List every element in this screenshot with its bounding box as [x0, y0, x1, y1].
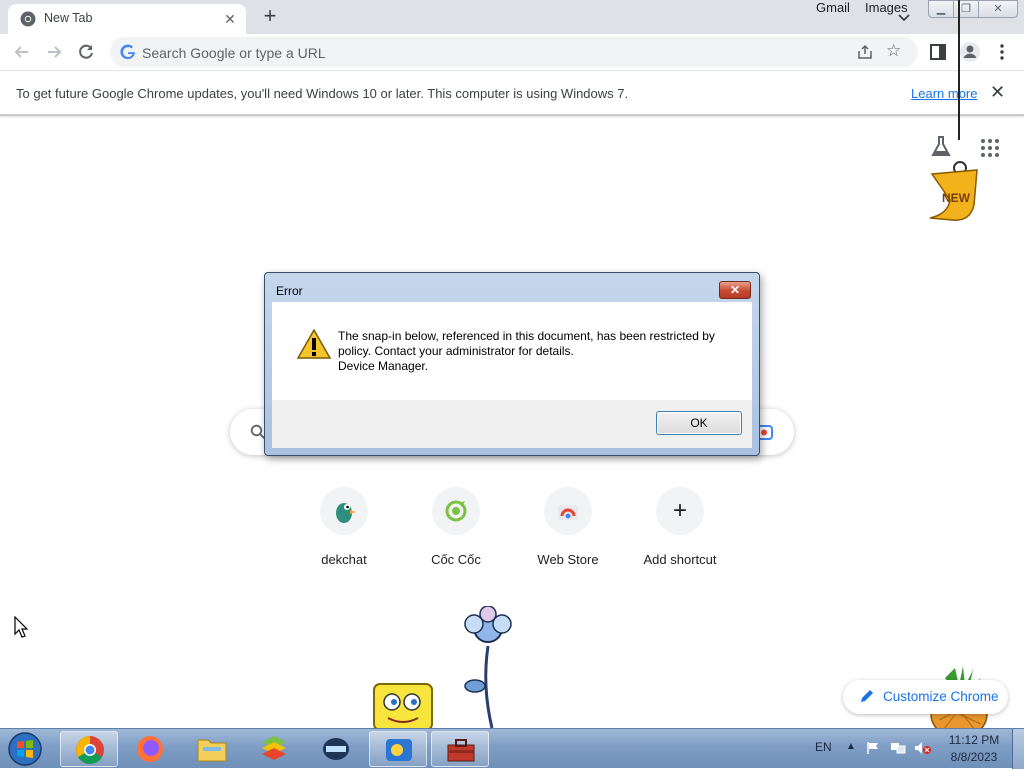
- customize-chrome-button[interactable]: Customize Chrome: [843, 680, 1008, 714]
- google-g-icon: [120, 44, 135, 60]
- dialog-title: Error: [276, 284, 303, 298]
- new-tab-button[interactable]: +: [258, 5, 282, 29]
- taskbar-app-game[interactable]: [369, 731, 427, 767]
- infobar-message: To get future Google Chrome updates, you…: [16, 86, 629, 101]
- taskbar-app-helmet[interactable]: [307, 731, 365, 767]
- add-icon: +: [672, 497, 687, 524]
- language-indicator[interactable]: EN: [815, 740, 832, 754]
- chrome-icon: [76, 736, 104, 764]
- shortcut-web-store[interactable]: Web Store: [512, 487, 624, 577]
- shortcut-label: Cốc Cốc: [431, 552, 481, 567]
- tab-close-icon[interactable]: ✕: [220, 9, 240, 29]
- learn-more-link[interactable]: Learn more: [911, 86, 977, 101]
- reload-icon[interactable]: [72, 38, 100, 66]
- dialog-message: The snap-in below, referenced in this do…: [338, 329, 738, 374]
- shortcut-tile: [432, 487, 480, 535]
- taskbar-bluestacks[interactable]: [245, 731, 303, 767]
- back-icon[interactable]: [8, 38, 36, 66]
- google-apps-grid-icon[interactable]: [980, 138, 1000, 158]
- forward-icon[interactable]: [40, 38, 68, 66]
- start-button-windows-icon[interactable]: [5, 731, 45, 767]
- side-panel-icon[interactable]: [924, 38, 952, 66]
- browser-toolbar: Search Google or type a URL ☆: [0, 34, 1024, 71]
- labs-flask-icon[interactable]: [930, 135, 952, 159]
- shortcut-coc-coc[interactable]: Cốc Cốc: [400, 487, 512, 577]
- firefox-icon: [137, 736, 163, 762]
- bookmark-star-icon[interactable]: ☆: [886, 41, 901, 61]
- new-badge-decoration: NEW: [922, 160, 982, 226]
- error-dialog: Error ✕ The snap-in below, referenced in…: [264, 272, 760, 456]
- add-shortcut-button[interactable]: + Add shortcut: [624, 487, 736, 577]
- warning-icon: [297, 329, 331, 359]
- dekchat-icon: [336, 503, 356, 523]
- coc-coc-icon: [445, 500, 467, 522]
- toolbox-icon: [447, 739, 475, 762]
- helmet-icon: [323, 738, 349, 760]
- windows-taskbar: EN ▲ 11:12 PM 8/8/2023: [0, 728, 1024, 769]
- window-close-button[interactable]: ✕: [978, 0, 1018, 18]
- show-hidden-icons-button[interactable]: ▲: [846, 741, 856, 752]
- dialog-close-button[interactable]: ✕: [719, 281, 751, 299]
- dialog-body: The snap-in below, referenced in this do…: [272, 302, 752, 400]
- mouse-pointer-icon: [14, 616, 28, 638]
- tab-title: New Tab: [44, 11, 93, 25]
- update-infobar: To get future Google Chrome updates, you…: [0, 72, 1024, 116]
- clock-date[interactable]: 8/8/2023: [946, 750, 1002, 764]
- taskbar-chrome[interactable]: [60, 731, 118, 767]
- dialog-close-icon: ✕: [729, 283, 741, 297]
- dialog-footer: OK: [272, 400, 752, 448]
- bluestacks-icon: [262, 736, 286, 760]
- shortcut-label: Web Store: [537, 552, 599, 567]
- window-minimize-button[interactable]: ▁: [928, 0, 954, 18]
- ok-button[interactable]: OK: [656, 411, 742, 435]
- address-bar[interactable]: Search Google or type a URL ☆: [110, 37, 918, 67]
- shortcut-tile: [544, 487, 592, 535]
- chrome-icon: [20, 11, 36, 27]
- shortcut-tile: [320, 487, 368, 535]
- web-store-icon: [558, 505, 578, 520]
- network-icon[interactable]: [890, 741, 906, 755]
- gmail-link[interactable]: Gmail: [816, 0, 850, 15]
- volume-muted-icon[interactable]: [914, 741, 932, 755]
- menu-kebab-icon[interactable]: [988, 38, 1016, 66]
- pencil-icon: [861, 690, 873, 702]
- folder-icon: [197, 739, 227, 762]
- infobar-close-icon[interactable]: ✕: [990, 82, 1005, 103]
- tab-new-tab[interactable]: New Tab ✕: [8, 4, 246, 34]
- decorative-hanging-string: [958, 0, 960, 140]
- dialog-message-line2: Device Manager.: [338, 359, 429, 373]
- new-badge-text: NEW: [942, 191, 971, 205]
- share-icon[interactable]: [856, 43, 874, 61]
- dialog-message-line1: The snap-in below, referenced in this do…: [338, 329, 715, 358]
- shortcut-label: Add shortcut: [643, 552, 717, 567]
- taskbar-firefox[interactable]: [121, 731, 179, 767]
- window-restore-button[interactable]: ❐: [953, 0, 979, 18]
- customize-chrome-label: Customize Chrome: [883, 689, 999, 704]
- taskbar-explorer[interactable]: [183, 731, 241, 767]
- game-app-icon: [386, 739, 412, 761]
- spongebob-flower-decoration: [373, 606, 512, 730]
- show-desktop-button[interactable]: [1012, 729, 1024, 769]
- images-link[interactable]: Images: [865, 0, 908, 15]
- taskbar-computer-management[interactable]: [431, 731, 489, 767]
- omnibox-placeholder: Search Google or type a URL: [142, 45, 326, 61]
- shortcut-tile: +: [656, 487, 704, 535]
- shortcut-label: dekchat: [321, 552, 367, 567]
- shortcut-dekchat[interactable]: dekchat: [288, 487, 400, 577]
- action-center-flag-icon[interactable]: [866, 741, 880, 755]
- clock-time[interactable]: 11:12 PM: [946, 733, 1002, 747]
- profile-avatar-icon[interactable]: [956, 38, 984, 66]
